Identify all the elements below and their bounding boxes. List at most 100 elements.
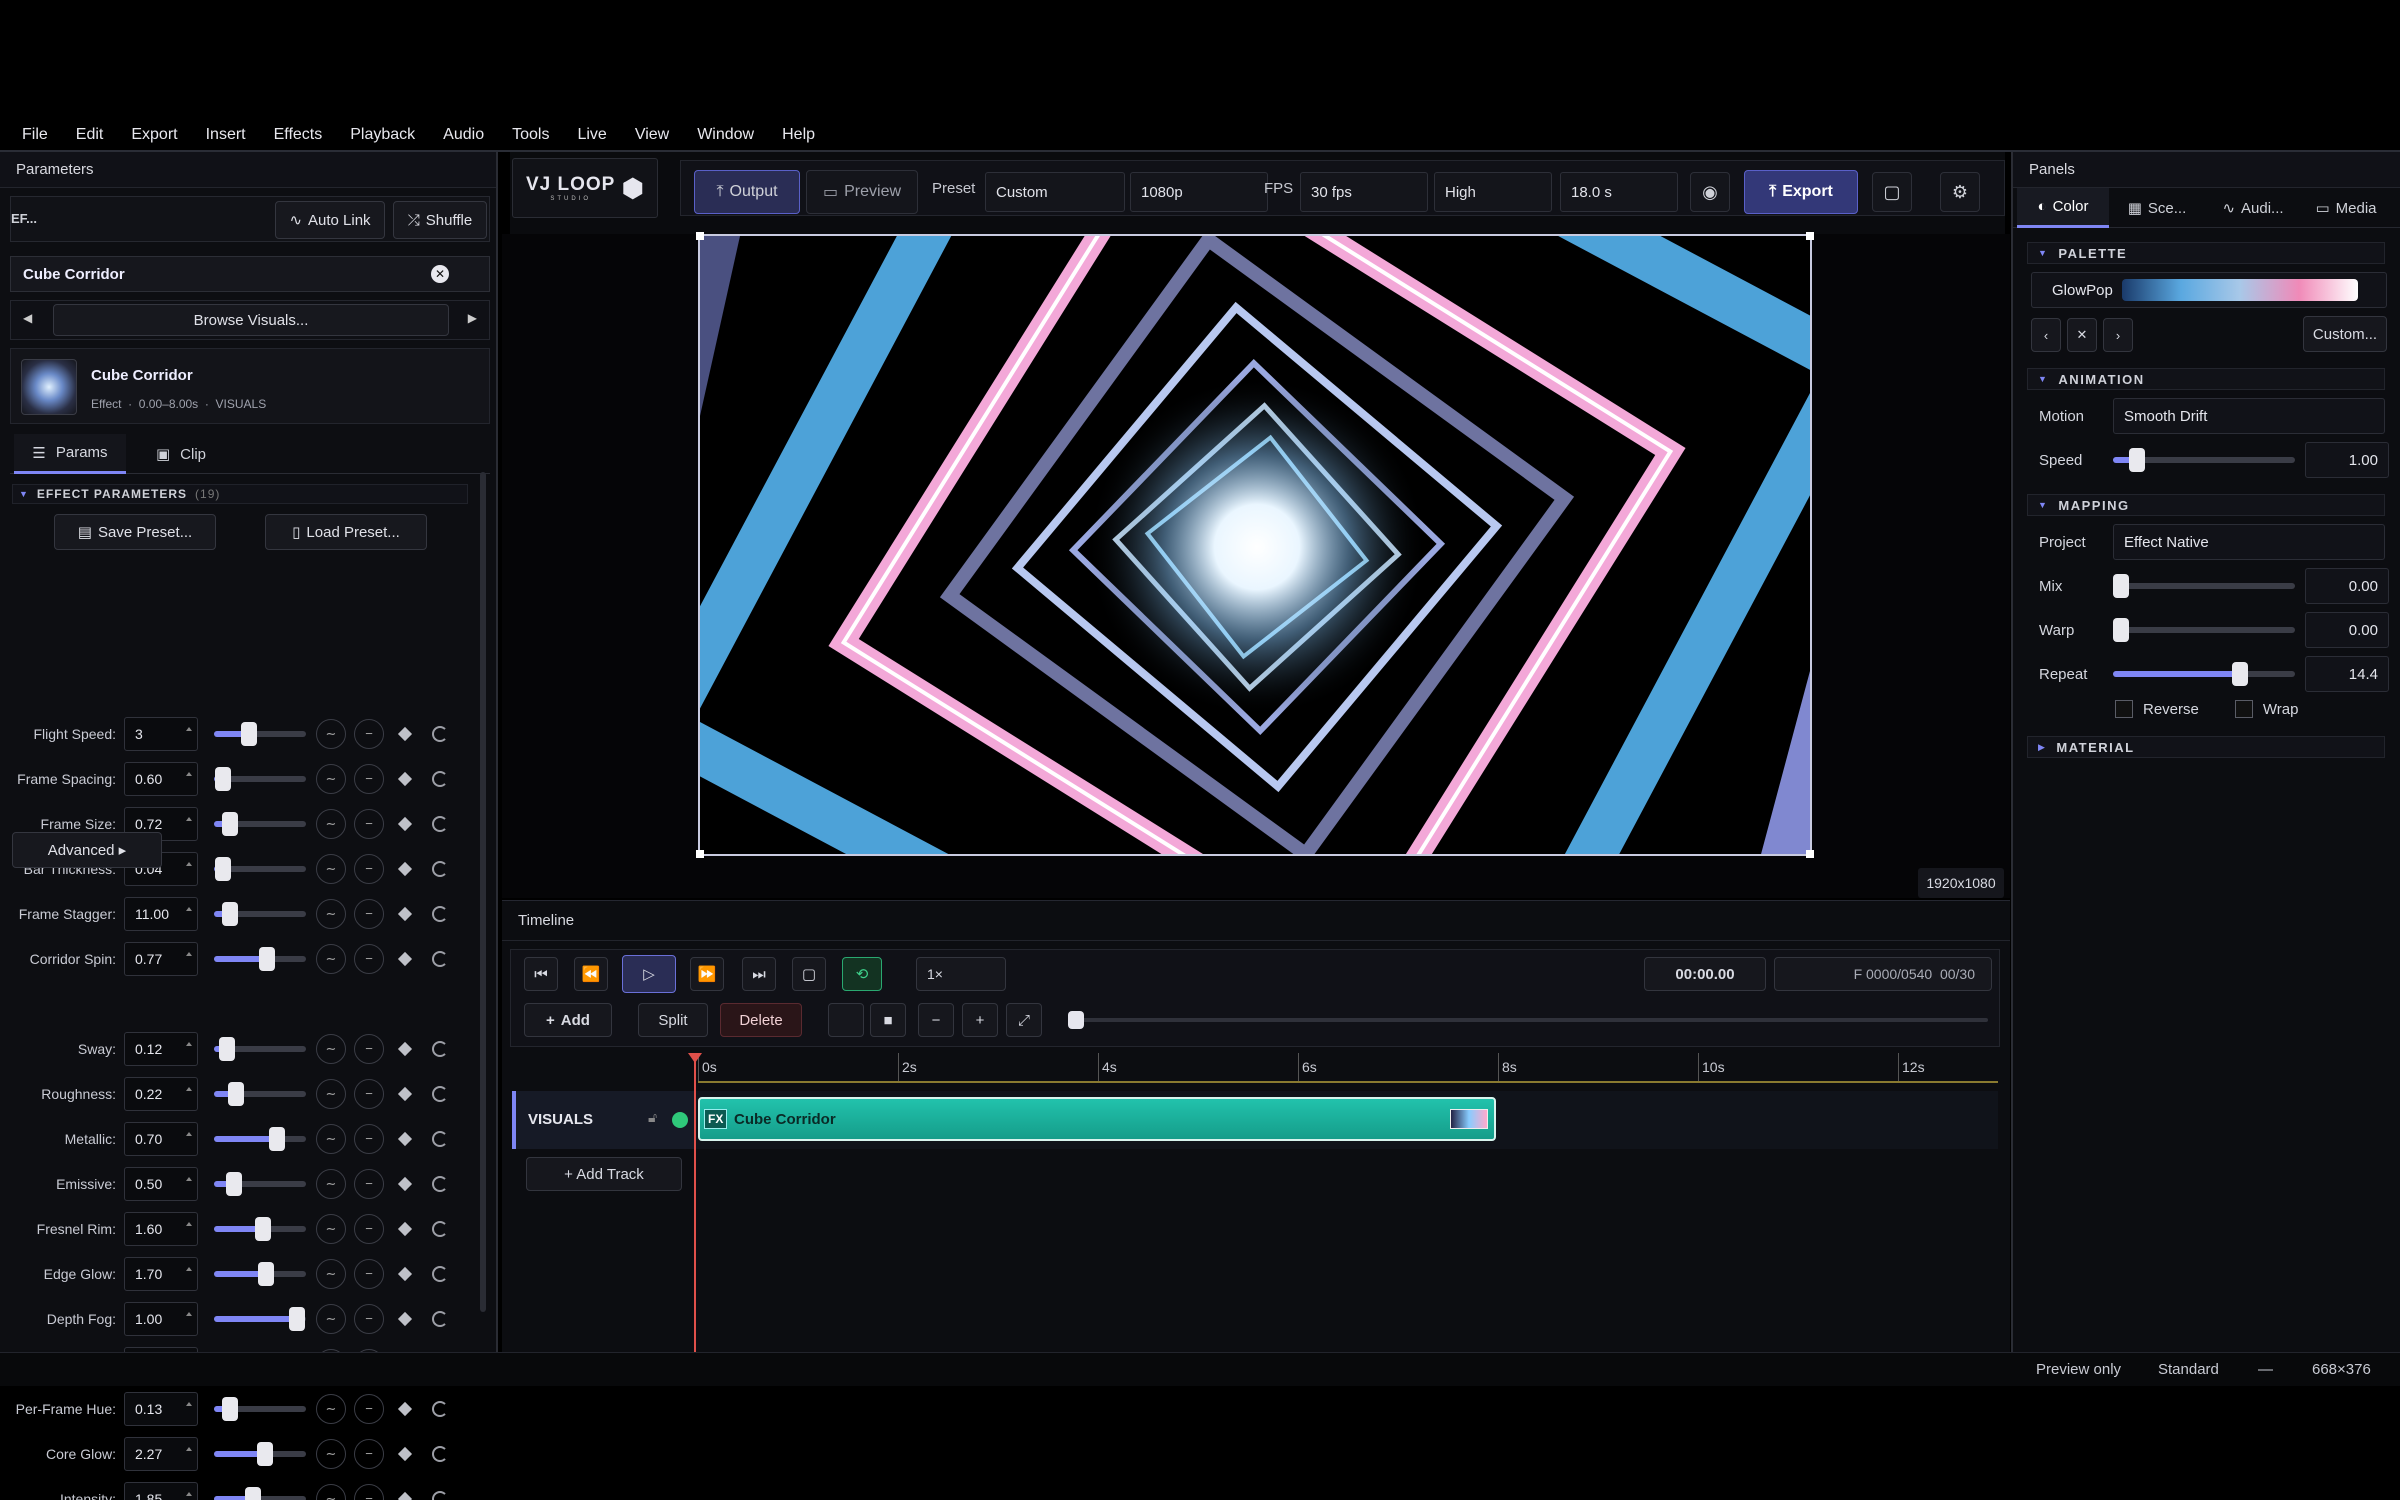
fps-select[interactable]: 30 fps	[1300, 172, 1428, 212]
param-value-input[interactable]: 0.60	[124, 761, 198, 796]
reset-icon[interactable]	[432, 860, 448, 877]
wave-mod-icon[interactable]: ∼	[316, 1123, 346, 1154]
tab-color[interactable]: ◐ Color	[2017, 188, 2109, 228]
speed-slider[interactable]	[2113, 448, 2295, 472]
param-slider[interactable]	[214, 1486, 306, 1500]
minus-mod-icon[interactable]: −	[354, 718, 384, 749]
preview-button[interactable]: ▭ Preview	[806, 170, 918, 214]
param-value-input[interactable]: 2.27	[124, 1436, 198, 1471]
speed-value[interactable]: 1.00	[2305, 442, 2389, 478]
slider-knob[interactable]	[2113, 574, 2129, 598]
slider-knob[interactable]	[2128, 448, 2145, 472]
reset-icon[interactable]	[432, 1265, 448, 1282]
reset-icon[interactable]	[432, 1310, 448, 1327]
minus-mod-icon[interactable]: −	[354, 808, 384, 839]
slider-knob[interactable]	[215, 766, 232, 791]
wave-mod-icon[interactable]: ∼	[316, 718, 346, 749]
keyframe-icon[interactable]	[397, 951, 413, 966]
keyframe-icon[interactable]	[397, 1401, 413, 1416]
param-slider[interactable]	[214, 1126, 306, 1151]
slider-knob[interactable]	[226, 1171, 243, 1196]
param-value-input[interactable]: 1.60	[124, 1211, 198, 1246]
minus-mod-icon[interactable]: −	[354, 1438, 384, 1469]
reset-icon[interactable]	[432, 1175, 448, 1192]
zoom-out-icon[interactable]: −	[918, 1003, 954, 1037]
keyframe-icon[interactable]	[397, 906, 413, 921]
mix-slider[interactable]	[2113, 574, 2295, 598]
param-slider[interactable]	[214, 1441, 306, 1466]
menu-item[interactable]: Live	[577, 126, 606, 144]
param-slider[interactable]	[214, 1036, 306, 1061]
chevron-right-icon[interactable]: ▶	[468, 311, 477, 325]
keyframe-icon[interactable]	[397, 1446, 413, 1461]
param-slider[interactable]	[214, 766, 306, 791]
param-slider[interactable]	[214, 1261, 306, 1286]
gear-icon[interactable]: ⚙	[1940, 172, 1980, 212]
menu-item[interactable]: View	[635, 126, 669, 144]
keyframe-icon[interactable]	[397, 1041, 413, 1056]
export-button[interactable]: ⤒ Export	[1744, 170, 1858, 214]
param-value-input[interactable]: 1.00	[124, 1301, 198, 1336]
wave-mod-icon[interactable]: ∼	[316, 853, 346, 884]
slider-knob[interactable]	[268, 1126, 285, 1151]
menu-item[interactable]: Help	[782, 126, 815, 144]
menu-item[interactable]: File	[22, 126, 48, 144]
warp-slider[interactable]	[2113, 618, 2295, 642]
param-slider[interactable]	[214, 1216, 306, 1241]
minus-mod-icon[interactable]: −	[354, 1168, 384, 1199]
slider-knob[interactable]	[257, 1261, 274, 1286]
color-swatch-button[interactable]	[828, 1003, 864, 1037]
slider-knob[interactable]	[244, 1486, 261, 1500]
mix-value[interactable]: 0.00	[2305, 568, 2389, 604]
reset-icon[interactable]	[432, 1040, 448, 1057]
menu-item[interactable]: Export	[131, 126, 177, 144]
render-canvas[interactable]	[698, 234, 1812, 856]
keyframe-icon[interactable]	[397, 1131, 413, 1146]
tab-panel[interactable]: ▭ Media	[2303, 188, 2389, 228]
delete-button[interactable]: Delete	[720, 1003, 802, 1037]
square-icon[interactable]: ▢	[1872, 172, 1912, 212]
keyframe-icon[interactable]	[397, 1311, 413, 1326]
resize-handle[interactable]	[1806, 850, 1814, 858]
resize-handle[interactable]	[1806, 232, 1814, 240]
minus-mod-icon[interactable]: −	[354, 853, 384, 884]
slider-knob[interactable]	[2232, 662, 2249, 686]
keyframe-icon[interactable]	[397, 816, 413, 831]
param-value-input[interactable]: 11.00	[124, 896, 198, 931]
keyframe-icon[interactable]	[397, 1221, 413, 1236]
track-header[interactable]: VISUALS 🔓︎	[512, 1091, 696, 1149]
reset-icon[interactable]	[432, 905, 448, 922]
keyframe-icon[interactable]	[397, 861, 413, 876]
slider-knob[interactable]	[228, 1081, 245, 1106]
param-value-input[interactable]: 0.12	[124, 1031, 198, 1066]
wave-mod-icon[interactable]: ∼	[316, 1258, 346, 1289]
output-button[interactable]: ⤒ Output	[694, 170, 800, 214]
param-value-input[interactable]: 3	[124, 716, 198, 751]
load-preset-button[interactable]: ▯ Load Preset...	[265, 514, 427, 550]
wave-mod-icon[interactable]: ∼	[316, 1033, 346, 1064]
keyframe-icon[interactable]	[397, 1086, 413, 1101]
browse-visuals-button[interactable]: Browse Visuals...	[53, 304, 449, 336]
shuffle-button[interactable]: ⤮ Shuffle	[393, 201, 487, 239]
param-slider[interactable]	[214, 1396, 306, 1421]
minus-mod-icon[interactable]: −	[354, 1483, 384, 1500]
wrap-checkbox[interactable]	[2234, 700, 2253, 718]
lock-icon[interactable]: 🔓︎	[648, 1109, 657, 1126]
reverse-checkbox[interactable]	[2115, 700, 2133, 718]
param-slider[interactable]	[214, 1306, 306, 1331]
minus-mod-icon[interactable]: −	[354, 1303, 384, 1334]
preset-select[interactable]: Custom	[985, 172, 1125, 212]
zoom-in-icon[interactable]: +	[962, 1003, 998, 1037]
close-icon[interactable]: ✕	[431, 265, 449, 283]
wave-mod-icon[interactable]: ∼	[316, 898, 346, 929]
param-value-input[interactable]: 0.77	[124, 941, 198, 976]
param-slider[interactable]	[214, 1081, 306, 1106]
remove-palette-icon[interactable]: ✕	[2067, 318, 2097, 352]
playhead[interactable]	[694, 1053, 696, 1353]
keyframe-icon[interactable]	[397, 1176, 413, 1191]
wave-mod-icon[interactable]: ∼	[316, 943, 346, 974]
reset-icon[interactable]	[432, 1130, 448, 1147]
playhead-marker[interactable]	[688, 1053, 702, 1063]
menu-item[interactable]: Tools	[512, 126, 549, 144]
slider-knob[interactable]	[221, 811, 238, 836]
